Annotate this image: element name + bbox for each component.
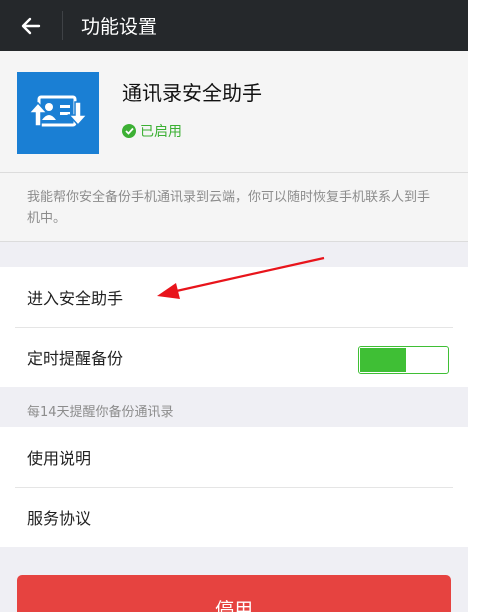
service-agreement-item[interactable]: 服务协议	[0, 487, 468, 547]
status-text: 已启用	[140, 124, 182, 140]
backup-hint: 每14天提醒你备份通讯录	[0, 394, 468, 427]
description-text: 我能帮你安全备份手机通讯录到云端，你可以随时恢复手机联系人到手机中。	[27, 190, 431, 226]
settings-group: 进入安全助手 定时提醒备份	[0, 267, 468, 387]
enter-assistant-label: 进入安全助手	[27, 289, 124, 308]
contacts-sync-icon	[17, 72, 99, 154]
toggle-on-fill	[360, 348, 406, 372]
scheduled-backup-toggle[interactable]	[358, 346, 449, 374]
info-group: 使用说明 服务协议	[0, 427, 468, 547]
scheduled-backup-label: 定时提醒备份	[27, 349, 124, 368]
usage-instructions-item[interactable]: 使用说明	[0, 427, 468, 487]
back-button[interactable]	[0, 0, 62, 51]
app-name: 通讯录安全助手	[122, 81, 262, 105]
description-section: 我能帮你安全备份手机通讯录到云端，你可以随时恢复手机联系人到手机中。	[0, 173, 468, 242]
disable-button[interactable]: 停用	[17, 575, 451, 612]
disable-button-label: 停用	[214, 599, 253, 612]
service-agreement-label: 服务协议	[27, 509, 92, 528]
enter-assistant-item[interactable]: 进入安全助手	[0, 267, 468, 327]
arrow-left-icon	[21, 17, 41, 34]
top-bar: 功能设置	[0, 0, 468, 51]
usage-instructions-label: 使用说明	[27, 449, 92, 468]
scheduled-backup-item: 定时提醒备份	[0, 327, 468, 387]
status-badge: 已启用	[122, 121, 182, 141]
header-divider	[62, 11, 63, 40]
backup-hint-text: 每14天提醒你备份通讯录	[27, 405, 174, 420]
screen: 功能设置 通讯录安全助手 已启用 我能帮你安全备份手机通讯录到云端，你可以随时恢…	[0, 0, 468, 612]
app-card: 通讯录安全助手 已启用	[0, 51, 468, 173]
check-circle-icon	[122, 124, 136, 138]
page-title: 功能设置	[81, 16, 158, 38]
